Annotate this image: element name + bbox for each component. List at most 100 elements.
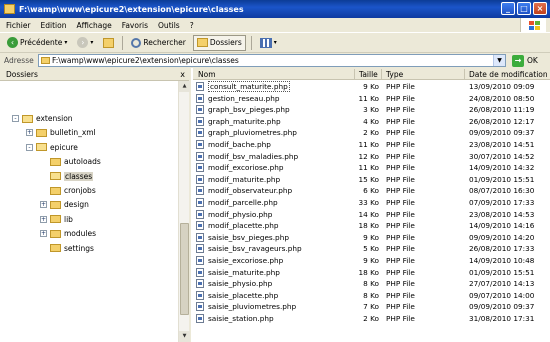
title-bar[interactable]: F:\wamp\www\epicure2\extension\epicure\c…: [0, 0, 550, 18]
file-name: saisie_placette.php: [208, 290, 279, 300]
file-row[interactable]: graph_pluviometres.php 2 Ko PHP File 09/09/…: [193, 127, 550, 139]
folder-icon: [50, 229, 61, 238]
file-name: graph_pluviometres.php: [208, 128, 297, 138]
file-size: 6 Ko: [363, 186, 379, 196]
file-date: 14/09/2010 14:16: [469, 221, 535, 231]
file-row[interactable]: saisie_bsv_pieges.php 9 Ko PHP File 09/09/2…: [193, 232, 550, 244]
tree-item-design[interactable]: + design: [40, 199, 89, 210]
folder-icon: [36, 128, 47, 137]
file-row[interactable]: modif_placette.php 18 Ko PHP File 14/09/201…: [193, 220, 550, 232]
close-button[interactable]: ×: [533, 2, 547, 15]
file-size: 5 Ko: [363, 244, 379, 254]
file-date: 31/08/2010 17:31: [469, 314, 535, 323]
file-date: 01/09/2010 15:51: [469, 174, 535, 184]
tree-item-lib[interactable]: + lib: [40, 214, 73, 225]
file-size: 9 Ko: [363, 256, 379, 265]
tree-item-classes[interactable]: classes: [40, 171, 94, 182]
file-type: PHP File: [386, 186, 415, 196]
column-date[interactable]: Date de modification: [469, 70, 548, 79]
file-name: saisie_station.php: [208, 314, 274, 323]
file-type: PHP File: [386, 279, 415, 289]
file-row[interactable]: consult_maturite.php 9 Ko PHP File 13/09/20…: [193, 81, 550, 93]
folder-tree-title: Dossiers: [6, 69, 38, 79]
go-button[interactable]: → OK: [512, 54, 538, 67]
file-name: consult_maturite.php: [208, 81, 290, 92]
search-button[interactable]: Rechercher: [128, 35, 188, 51]
expand-icon[interactable]: +: [40, 215, 47, 223]
file-date: 30/07/2010 14:52: [469, 151, 535, 161]
file-row[interactable]: gestion_reseau.php 11 Ko PHP File 24/08/201…: [193, 93, 550, 105]
menu-favoris[interactable]: Favoris: [122, 21, 148, 30]
expand-icon[interactable]: +: [40, 230, 47, 238]
column-size[interactable]: Taille: [359, 70, 378, 79]
tree-item-cronjobs[interactable]: cronjobs: [40, 185, 96, 196]
close-icon[interactable]: x: [180, 70, 185, 79]
collapse-icon[interactable]: -: [12, 115, 19, 122]
maximize-button[interactable]: □: [517, 2, 531, 15]
php-file-icon: [196, 256, 204, 265]
file-row[interactable]: modif_parcelle.php 33 Ko PHP File 07/09/201…: [193, 197, 550, 209]
column-name[interactable]: Nom: [198, 70, 216, 79]
file-row[interactable]: graph_bsv_pieges.php 3 Ko PHP File 26/08/20…: [193, 104, 550, 116]
scroll-down-icon[interactable]: ▼: [179, 331, 190, 342]
file-size: 11 Ko: [358, 93, 380, 103]
menu-affichage[interactable]: Affichage: [76, 21, 111, 30]
collapse-icon[interactable]: -: [26, 143, 33, 151]
file-row[interactable]: modif_excoriose.php 11 Ko PHP File 14/09/20…: [193, 162, 550, 174]
tree-item-extension[interactable]: - extension: [12, 113, 73, 124]
file-row[interactable]: saisie_pluviometres.php 7 Ko PHP File 09/09…: [193, 301, 550, 313]
tree-item-label: lib: [64, 214, 73, 224]
file-name: modif_parcelle.php: [208, 198, 278, 207]
file-row[interactable]: modif_maturite.php 15 Ko PHP File 01/09/201…: [193, 174, 550, 186]
address-input[interactable]: F:\wamp\www\epicure2\extension\epicure\c…: [38, 54, 506, 67]
folders-button[interactable]: Dossiers: [192, 34, 246, 51]
menu-outils[interactable]: Outils: [158, 21, 180, 30]
menu-help[interactable]: ?: [190, 21, 194, 30]
file-name: modif_physio.php: [208, 209, 273, 219]
tree-item-epicure[interactable]: - epicure: [26, 142, 78, 153]
tree-item-autoloads[interactable]: autoloads: [40, 156, 101, 167]
file-row[interactable]: saisie_station.php 2 Ko PHP File 31/08/2010…: [193, 313, 550, 325]
php-file-icon: [196, 267, 204, 277]
folder-tree-scrollbar[interactable]: ▲ ▼: [178, 81, 190, 342]
file-row[interactable]: graph_maturite.php 4 Ko PHP File 26/08/2010…: [193, 116, 550, 128]
file-type: PHP File: [386, 244, 415, 254]
file-row[interactable]: modif_bache.php 11 Ko PHP File 23/08/2010 1…: [193, 139, 550, 151]
folder-icon: [4, 4, 15, 14]
file-row[interactable]: modif_observateur.php 6 Ko PHP File 08/07/2…: [193, 185, 550, 197]
tree-item-bulletin-xml[interactable]: + bulletin_xml: [26, 127, 96, 138]
expand-icon[interactable]: +: [40, 201, 47, 209]
file-row[interactable]: saisie_excoriose.php 9 Ko PHP File 14/09/20…: [193, 255, 550, 267]
expand-icon[interactable]: +: [26, 129, 33, 137]
scrollbar-thumb[interactable]: [180, 223, 189, 315]
file-name: modif_observateur.php: [208, 186, 293, 196]
file-size: 11 Ko: [358, 140, 380, 149]
php-file-icon: [196, 116, 204, 126]
tree-item-label: classes: [64, 171, 94, 181]
scroll-up-icon[interactable]: ▲: [179, 81, 190, 92]
tree-item-modules[interactable]: + modules: [40, 228, 96, 239]
window-controls: _ □ ×: [501, 2, 547, 15]
chevron-down-icon[interactable]: ▾: [90, 39, 93, 46]
menu-fichier[interactable]: Fichier: [6, 21, 31, 30]
php-file-icon: [196, 290, 204, 300]
file-type: PHP File: [386, 314, 415, 323]
column-type[interactable]: Type: [386, 70, 403, 79]
views-button[interactable]: ▾: [257, 35, 280, 51]
menu-edition[interactable]: Edition: [41, 21, 67, 30]
forward-button[interactable]: › ▾: [74, 35, 96, 51]
file-row[interactable]: saisie_bsv_ravageurs.php 5 Ko PHP File 26/0…: [193, 243, 550, 255]
chevron-down-icon[interactable]: ▾: [64, 39, 67, 46]
folder-icon: [50, 215, 61, 224]
up-folder-button[interactable]: [100, 35, 117, 51]
tree-item-settings[interactable]: settings: [40, 243, 94, 254]
file-date: 14/09/2010 14:32: [469, 163, 535, 173]
minimize-button[interactable]: _: [501, 2, 515, 15]
chevron-down-icon[interactable]: ▼: [493, 55, 505, 66]
file-row[interactable]: modif_bsv_maladies.php 12 Ko PHP File 30/07…: [193, 151, 550, 163]
file-row[interactable]: saisie_placette.php 8 Ko PHP File 09/07/201…: [193, 290, 550, 302]
back-button[interactable]: ‹ Précédente ▾: [4, 35, 70, 51]
file-row[interactable]: saisie_maturite.php 18 Ko PHP File 01/09/20…: [193, 267, 550, 279]
file-row[interactable]: saisie_physio.php 8 Ko PHP File 27/07/2010 …: [193, 278, 550, 290]
file-row[interactable]: modif_physio.php 14 Ko PHP File 23/08/2010 …: [193, 209, 550, 221]
